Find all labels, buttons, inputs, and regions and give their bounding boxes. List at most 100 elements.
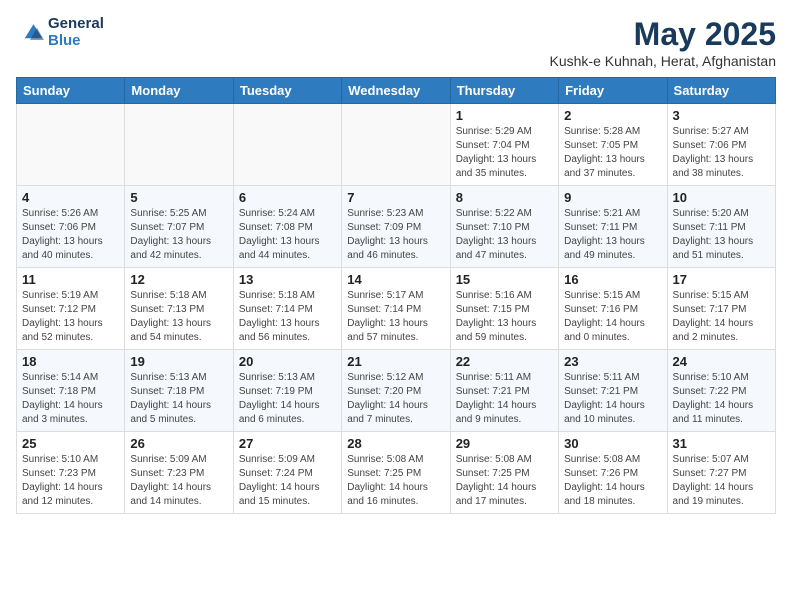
- calendar-cell: 8 Sunrise: 5:22 AM Sunset: 7:10 PM Daylig…: [450, 186, 558, 268]
- weekday-header-saturday: Saturday: [667, 78, 775, 104]
- calendar-cell: 5 Sunrise: 5:25 AM Sunset: 7:07 PM Daylig…: [125, 186, 233, 268]
- day-number: 11: [22, 272, 119, 287]
- calendar-cell: 19Sunrise: 5:13 AM Sunset: 7:18 PM Dayli…: [125, 350, 233, 432]
- calendar-cell: 10 Sunrise: 5:20 AM Sunset: 7:11 PM Dayli…: [667, 186, 775, 268]
- day-number: 7: [347, 190, 444, 205]
- day-info: Sunrise: 5:21 AM Sunset: 7:11 PM Dayligh…: [564, 207, 661, 263]
- day-number: 13: [239, 272, 336, 287]
- day-info: Sunrise: 5:07 AM Sunset: 7:27 PM Dayligh…: [673, 453, 770, 509]
- calendar-cell: [125, 104, 233, 186]
- day-number: 4: [22, 190, 119, 205]
- day-info: Sunrise: 5:29 AM Sunset: 7:04 PM Dayligh…: [456, 125, 553, 181]
- day-info: Sunrise: 5:18 AM Sunset: 7:13 PM Dayligh…: [130, 289, 227, 345]
- day-info: Sunrise: 5:11 AM Sunset: 7:21 PM Dayligh…: [564, 371, 661, 427]
- day-number: 20: [239, 354, 336, 369]
- weekday-header-tuesday: Tuesday: [233, 78, 341, 104]
- day-number: 25: [22, 436, 119, 451]
- day-number: 15: [456, 272, 553, 287]
- calendar-cell: 30 Sunrise: 5:08 AM Sunset: 7:26 PM Dayli…: [559, 432, 667, 514]
- calendar-cell: 15Sunrise: 5:16 AM Sunset: 7:15 PM Dayli…: [450, 268, 558, 350]
- day-info: Sunrise: 5:08 AM Sunset: 7:25 PM Dayligh…: [347, 453, 444, 509]
- day-number: 10: [673, 190, 770, 205]
- day-number: 14: [347, 272, 444, 287]
- day-number: 16: [564, 272, 661, 287]
- day-info: Sunrise: 5:15 AM Sunset: 7:16 PM Dayligh…: [564, 289, 661, 345]
- calendar-cell: 12 Sunrise: 5:18 AM Sunset: 7:13 PM Dayli…: [125, 268, 233, 350]
- day-info: Sunrise: 5:18 AM Sunset: 7:14 PM Dayligh…: [239, 289, 336, 345]
- calendar-cell: 6Sunrise: 5:24 AM Sunset: 7:08 PM Daylig…: [233, 186, 341, 268]
- day-info: Sunrise: 5:09 AM Sunset: 7:24 PM Dayligh…: [239, 453, 336, 509]
- weekday-header-sunday: Sunday: [17, 78, 125, 104]
- day-info: Sunrise: 5:15 AM Sunset: 7:17 PM Dayligh…: [673, 289, 770, 345]
- calendar-cell: 14Sunrise: 5:17 AM Sunset: 7:14 PM Dayli…: [342, 268, 450, 350]
- calendar-cell: 23 Sunrise: 5:11 AM Sunset: 7:21 PM Dayli…: [559, 350, 667, 432]
- location-subtitle: Kushk-e Kuhnah, Herat, Afghanistan: [550, 53, 776, 69]
- logo-icon: [16, 19, 44, 47]
- calendar-cell: 17 Sunrise: 5:15 AM Sunset: 7:17 PM Dayli…: [667, 268, 775, 350]
- day-info: Sunrise: 5:12 AM Sunset: 7:20 PM Dayligh…: [347, 371, 444, 427]
- calendar-cell: 26 Sunrise: 5:09 AM Sunset: 7:23 PM Dayli…: [125, 432, 233, 514]
- logo-general: General: [48, 16, 104, 33]
- calendar-week-1: 1 Sunrise: 5:29 AM Sunset: 7:04 PM Daylig…: [17, 104, 776, 186]
- day-number: 22: [456, 354, 553, 369]
- day-number: 21: [347, 354, 444, 369]
- day-number: 8: [456, 190, 553, 205]
- day-info: Sunrise: 5:08 AM Sunset: 7:26 PM Dayligh…: [564, 453, 661, 509]
- day-info: Sunrise: 5:10 AM Sunset: 7:22 PM Dayligh…: [673, 371, 770, 427]
- calendar-cell: 9 Sunrise: 5:21 AM Sunset: 7:11 PM Daylig…: [559, 186, 667, 268]
- logo: General Blue: [16, 16, 104, 49]
- calendar-table: SundayMondayTuesdayWednesdayThursdayFrid…: [16, 77, 776, 514]
- day-info: Sunrise: 5:22 AM Sunset: 7:10 PM Dayligh…: [456, 207, 553, 263]
- calendar-cell: 3Sunrise: 5:27 AM Sunset: 7:06 PM Daylig…: [667, 104, 775, 186]
- calendar-cell: 16 Sunrise: 5:15 AM Sunset: 7:16 PM Dayli…: [559, 268, 667, 350]
- day-info: Sunrise: 5:14 AM Sunset: 7:18 PM Dayligh…: [22, 371, 119, 427]
- day-info: Sunrise: 5:09 AM Sunset: 7:23 PM Dayligh…: [130, 453, 227, 509]
- day-number: 5: [130, 190, 227, 205]
- day-info: Sunrise: 5:23 AM Sunset: 7:09 PM Dayligh…: [347, 207, 444, 263]
- day-number: 26: [130, 436, 227, 451]
- weekday-header-wednesday: Wednesday: [342, 78, 450, 104]
- calendar-cell: 24Sunrise: 5:10 AM Sunset: 7:22 PM Dayli…: [667, 350, 775, 432]
- day-info: Sunrise: 5:08 AM Sunset: 7:25 PM Dayligh…: [456, 453, 553, 509]
- calendar-cell: 13 Sunrise: 5:18 AM Sunset: 7:14 PM Dayli…: [233, 268, 341, 350]
- calendar-cell: [342, 104, 450, 186]
- day-info: Sunrise: 5:19 AM Sunset: 7:12 PM Dayligh…: [22, 289, 119, 345]
- month-title: May 2025: [550, 16, 776, 53]
- day-number: 31: [673, 436, 770, 451]
- calendar-cell: 20 Sunrise: 5:13 AM Sunset: 7:19 PM Dayli…: [233, 350, 341, 432]
- calendar-week-2: 4Sunrise: 5:26 AM Sunset: 7:06 PM Daylig…: [17, 186, 776, 268]
- day-info: Sunrise: 5:10 AM Sunset: 7:23 PM Dayligh…: [22, 453, 119, 509]
- day-number: 30: [564, 436, 661, 451]
- day-number: 28: [347, 436, 444, 451]
- day-number: 1: [456, 108, 553, 123]
- calendar-cell: 18Sunrise: 5:14 AM Sunset: 7:18 PM Dayli…: [17, 350, 125, 432]
- day-number: 29: [456, 436, 553, 451]
- calendar-header-row: SundayMondayTuesdayWednesdayThursdayFrid…: [17, 78, 776, 104]
- calendar-week-3: 11 Sunrise: 5:19 AM Sunset: 7:12 PM Dayli…: [17, 268, 776, 350]
- calendar-cell: [233, 104, 341, 186]
- day-info: Sunrise: 5:28 AM Sunset: 7:05 PM Dayligh…: [564, 125, 661, 181]
- day-number: 17: [673, 272, 770, 287]
- day-number: 27: [239, 436, 336, 451]
- day-info: Sunrise: 5:13 AM Sunset: 7:19 PM Dayligh…: [239, 371, 336, 427]
- day-number: 9: [564, 190, 661, 205]
- day-number: 19: [130, 354, 227, 369]
- weekday-header-friday: Friday: [559, 78, 667, 104]
- page-header: General Blue May 2025 Kushk-e Kuhnah, He…: [16, 16, 776, 69]
- title-block: May 2025 Kushk-e Kuhnah, Herat, Afghanis…: [550, 16, 776, 69]
- calendar-cell: 29 Sunrise: 5:08 AM Sunset: 7:25 PM Dayli…: [450, 432, 558, 514]
- calendar-cell: 31 Sunrise: 5:07 AM Sunset: 7:27 PM Dayli…: [667, 432, 775, 514]
- day-number: 12: [130, 272, 227, 287]
- calendar-week-4: 18Sunrise: 5:14 AM Sunset: 7:18 PM Dayli…: [17, 350, 776, 432]
- calendar-cell: 28 Sunrise: 5:08 AM Sunset: 7:25 PM Dayli…: [342, 432, 450, 514]
- calendar-cell: 21 Sunrise: 5:12 AM Sunset: 7:20 PM Dayli…: [342, 350, 450, 432]
- calendar-cell: 2 Sunrise: 5:28 AM Sunset: 7:05 PM Daylig…: [559, 104, 667, 186]
- day-number: 2: [564, 108, 661, 123]
- day-info: Sunrise: 5:20 AM Sunset: 7:11 PM Dayligh…: [673, 207, 770, 263]
- day-info: Sunrise: 5:25 AM Sunset: 7:07 PM Dayligh…: [130, 207, 227, 263]
- day-number: 6: [239, 190, 336, 205]
- day-info: Sunrise: 5:11 AM Sunset: 7:21 PM Dayligh…: [456, 371, 553, 427]
- calendar-cell: 4Sunrise: 5:26 AM Sunset: 7:06 PM Daylig…: [17, 186, 125, 268]
- calendar-week-5: 25 Sunrise: 5:10 AM Sunset: 7:23 PM Dayli…: [17, 432, 776, 514]
- day-number: 23: [564, 354, 661, 369]
